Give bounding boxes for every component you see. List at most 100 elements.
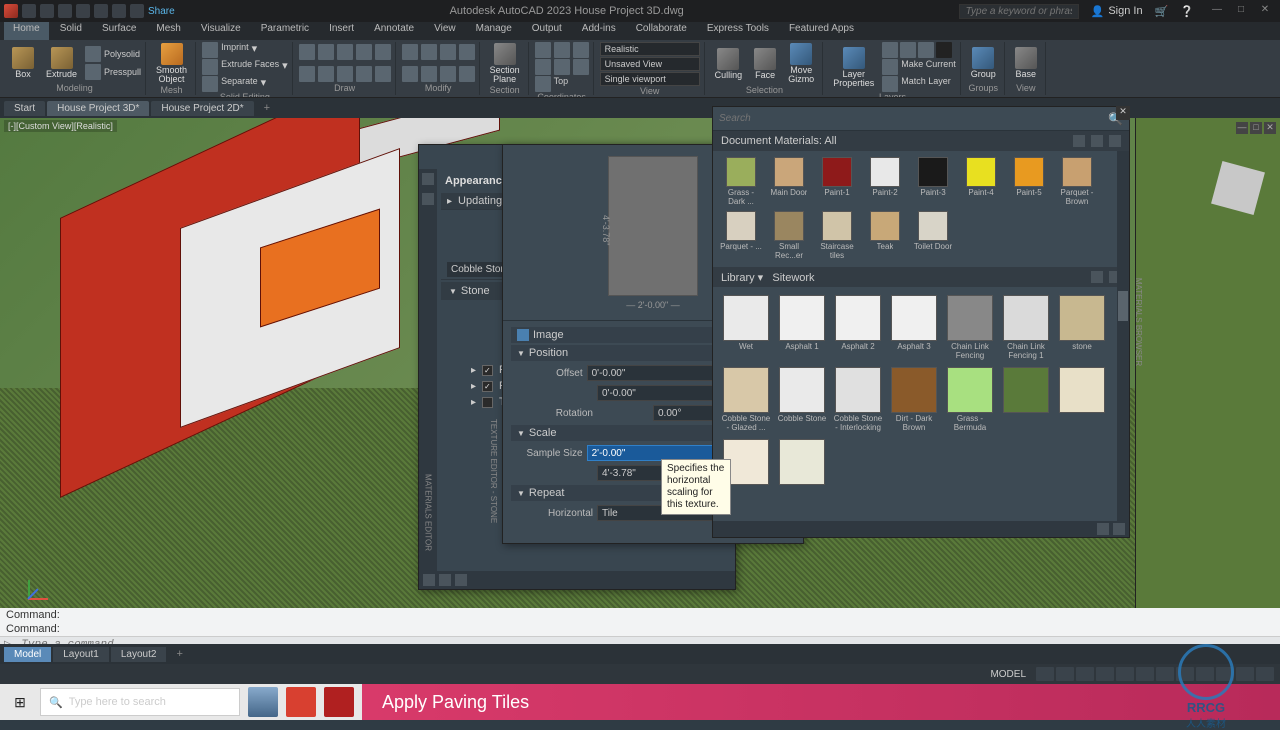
qat-saveas-icon[interactable] [76,4,90,18]
model-space-label[interactable]: MODEL [990,669,1026,680]
material-item[interactable]: Paint-2 [863,157,907,207]
library-drop[interactable]: Library [721,272,755,284]
footer-icon[interactable] [439,574,451,586]
layer-row[interactable] [882,42,956,58]
sort-icon[interactable] [1109,135,1121,147]
viewport-label[interactable]: [-][Custom View][Realistic] [4,120,117,132]
status-icon[interactable] [1076,667,1094,681]
draw-icon[interactable] [337,66,353,82]
smooth-button[interactable]: Smooth Object [152,42,191,85]
modify-icon[interactable] [459,44,475,60]
material-item[interactable]: Main Door [767,157,811,207]
modify-icon[interactable] [440,44,456,60]
pdf-taskbar-icon[interactable] [324,687,354,717]
taskbar-app-icon[interactable] [248,687,278,717]
help-search-input[interactable] [959,4,1079,19]
status-icon[interactable] [1036,667,1054,681]
library-item[interactable]: Chain Link Fencing 1 [1001,295,1051,361]
modify-icon[interactable] [402,66,418,82]
ribbon-tab-collaborate[interactable]: Collaborate [627,22,696,40]
material-item[interactable]: Parquet - Brown [1055,157,1099,207]
draw-icon[interactable] [375,66,391,82]
draw-icon[interactable] [299,66,315,82]
vp-max-icon[interactable]: □ [1250,122,1262,134]
library-item[interactable]: Chain Link Fencing [945,295,995,361]
layer-props-button[interactable]: Layer Properties [829,46,878,89]
library-item[interactable] [1057,367,1107,433]
modify-icon[interactable] [421,44,437,60]
help-icon[interactable]: ❔ [1180,5,1194,18]
status-icon[interactable] [1216,667,1234,681]
box-button[interactable]: Box [8,46,38,80]
draw-icon[interactable] [356,44,372,60]
polysolid-button[interactable]: Polysolid [85,46,141,62]
ribbon-tab-parametric[interactable]: Parametric [252,22,318,40]
scrollbar[interactable] [1117,151,1129,521]
vp-config-drop[interactable]: Single viewport [600,72,700,86]
cart-icon[interactable]: 🛒 [1155,5,1169,18]
material-item[interactable]: Grass - Dark ... [719,157,763,207]
qat-undo-icon[interactable] [112,4,126,18]
status-icon[interactable] [1116,667,1134,681]
material-item[interactable]: Paint-3 [911,157,955,207]
modify-icon[interactable] [402,44,418,60]
library-item[interactable]: Asphalt 2 [833,295,883,361]
layout-tab[interactable]: Model [4,647,51,662]
status-icon[interactable] [1176,667,1194,681]
base-button[interactable]: Base [1011,46,1041,80]
ribbon-tab-add-ins[interactable]: Add-ins [573,22,625,40]
library-item[interactable]: Dirt - Dark Brown [889,367,939,433]
library-item[interactable] [1001,367,1051,433]
offset-x-input[interactable] [587,365,729,381]
modify-icon[interactable] [421,66,437,82]
app-logo-icon[interactable] [4,4,18,18]
material-item[interactable]: Paint-1 [815,157,859,207]
library-item[interactable]: Cobble Stone [777,367,827,433]
match-layer-btn[interactable]: Match Layer [882,76,956,92]
material-item[interactable]: Paint-5 [1007,157,1051,207]
qat-plot-icon[interactable] [94,4,108,18]
separate-button[interactable]: Separate ▾ [202,76,288,92]
footer-icon[interactable] [455,574,467,586]
file-tab[interactable]: House Project 3D* [47,101,149,116]
section-plane-button[interactable]: Section Plane [486,42,524,85]
gizmo-button[interactable]: Move Gizmo [784,42,818,85]
new-layout-button[interactable]: + [168,646,190,662]
ribbon-tab-view[interactable]: View [425,22,465,40]
ribbon-tab-featured-apps[interactable]: Featured Apps [780,22,863,40]
make-current-btn[interactable]: Make Current [882,59,956,75]
group-button[interactable]: Group [967,46,1000,80]
footer-icon[interactable] [1097,523,1109,535]
close-button[interactable]: ✕ [1254,4,1276,18]
signin-button[interactable]: 👤 Sign In [1091,5,1143,18]
library-item[interactable]: Cobble Stone - Glazed ... [721,367,771,433]
vp-min-icon[interactable]: — [1236,122,1248,134]
material-search-input[interactable] [719,113,1108,124]
scroll-thumb[interactable] [1118,291,1128,321]
qat-redo-icon[interactable] [130,4,144,18]
ribbon-tab-visualize[interactable]: Visualize [192,22,250,40]
layout-tab[interactable]: Layout2 [111,647,167,662]
vp-close-icon[interactable]: ✕ [1264,122,1276,134]
ucs-icon[interactable] [8,560,48,600]
file-tab[interactable]: Start [4,101,45,116]
library-item[interactable]: Cobble Stone - Interlocking [833,367,883,433]
nav-top[interactable]: Top [535,76,569,92]
draw-icon[interactable] [337,44,353,60]
coord-row[interactable] [535,59,589,75]
status-icon[interactable] [1156,667,1174,681]
draw-icon[interactable] [299,44,315,60]
status-icon[interactable] [1056,667,1074,681]
acad-taskbar-icon[interactable] [286,687,316,717]
browser-close-icon[interactable]: ✕ [1116,106,1130,120]
library-item[interactable]: Wet [721,295,771,361]
material-item[interactable]: Toilet Door [911,211,955,261]
ribbon-tab-mesh[interactable]: Mesh [147,22,189,40]
library-item[interactable]: Grass - Bermuda [945,367,995,433]
qat-new-icon[interactable] [22,4,36,18]
extrude-faces-button[interactable]: Extrude Faces ▾ [202,59,288,75]
ribbon-tab-manage[interactable]: Manage [467,22,521,40]
library-item[interactable]: stone [1057,295,1107,361]
footer-icon[interactable] [1113,523,1125,535]
extrude-button[interactable]: Extrude [42,46,81,80]
